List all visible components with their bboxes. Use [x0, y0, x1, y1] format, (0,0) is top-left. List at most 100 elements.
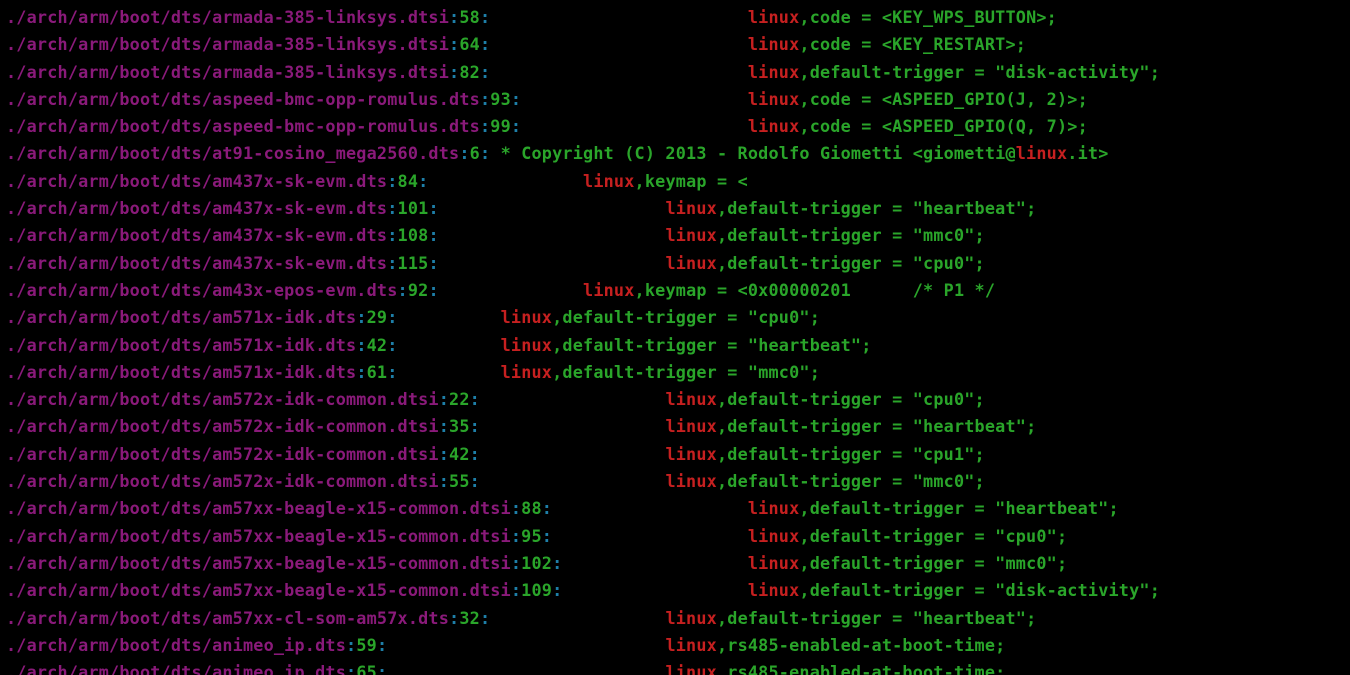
grep-line-suffix: ,default-trigger = "heartbeat";: [799, 498, 1118, 518]
grep-colon: :: [511, 526, 521, 546]
grep-match-token: linux: [748, 526, 800, 546]
grep-match-token: linux: [665, 608, 717, 628]
grep-colon: :: [428, 198, 438, 218]
grep-file-path: ./arch/arm/boot/dts/armada-385-linksys.d…: [6, 34, 449, 54]
grep-colon: :: [356, 307, 366, 327]
grep-line-prefix: [480, 389, 665, 409]
grep-line-suffix: ,keymap = <: [635, 171, 748, 191]
grep-match-token: linux: [501, 307, 553, 327]
grep-line-prefix: [490, 34, 748, 54]
grep-line-number: 42: [367, 335, 388, 355]
grep-colon: :: [511, 553, 521, 573]
grep-colon: :: [439, 471, 449, 491]
grep-colon: :: [480, 89, 490, 109]
grep-file-path: ./arch/arm/boot/dts/animeo_ip.dts: [6, 635, 346, 655]
grep-line-suffix: ,default-trigger = "cpu0";: [799, 526, 1067, 546]
grep-file-path: ./arch/arm/boot/dts/am437x-sk-evm.dts: [6, 253, 387, 273]
grep-colon: :: [377, 635, 387, 655]
grep-line-prefix: [480, 471, 665, 491]
grep-file-path: ./arch/arm/boot/dts/at91-cosino_mega2560…: [6, 143, 459, 163]
grep-match-token: linux: [665, 225, 717, 245]
grep-line-suffix: ,rs485-enabled-at-boot-time;: [717, 635, 1006, 655]
grep-line-prefix: [521, 89, 748, 109]
grep-file-path: ./arch/arm/boot/dts/aspeed-bmc-opp-romul…: [6, 116, 480, 136]
grep-line-number: 32: [459, 608, 480, 628]
grep-line-number: 42: [449, 444, 470, 464]
grep-colon: :: [480, 143, 490, 163]
grep-match-token: linux: [1016, 143, 1068, 163]
grep-match-token: linux: [748, 34, 800, 54]
grep-line-suffix: ,default-trigger = "heartbeat";: [552, 335, 871, 355]
grep-line-prefix: [480, 416, 665, 436]
grep-line-suffix: ,default-trigger = "disk-activity";: [799, 62, 1160, 82]
grep-colon: :: [356, 335, 366, 355]
grep-file-path: ./arch/arm/boot/dts/am571x-idk.dts: [6, 362, 356, 382]
grep-colon: :: [387, 198, 397, 218]
grep-line-prefix: [552, 498, 748, 518]
grep-line-suffix: ,default-trigger = "mmc0";: [717, 471, 985, 491]
grep-line-suffix: ,default-trigger = "mmc0";: [552, 362, 820, 382]
grep-match-token: linux: [748, 498, 800, 518]
grep-file-path: ./arch/arm/boot/dts/am572x-idk-common.dt…: [6, 416, 439, 436]
grep-colon: :: [470, 444, 480, 464]
grep-line-suffix: ,default-trigger = "cpu0";: [552, 307, 820, 327]
grep-line-suffix: ,code = <ASPEED_GPIO(Q, 7)>;: [799, 116, 1088, 136]
grep-file-path: ./arch/arm/boot/dts/am437x-sk-evm.dts: [6, 171, 387, 191]
grep-line-number: 109: [521, 580, 552, 600]
grep-colon: :: [449, 7, 459, 27]
grep-colon: :: [470, 389, 480, 409]
grep-line-suffix: ,code = <ASPEED_GPIO(J, 2)>;: [799, 89, 1088, 109]
grep-colon: :: [470, 471, 480, 491]
grep-file-path: ./arch/arm/boot/dts/am57xx-beagle-x15-co…: [6, 526, 511, 546]
grep-colon: :: [439, 389, 449, 409]
grep-match-token: linux: [665, 389, 717, 409]
grep-line-suffix: ,code = <KEY_WPS_BUTTON>;: [799, 7, 1057, 27]
grep-match-token: linux: [501, 362, 553, 382]
grep-line-prefix: [398, 307, 501, 327]
grep-colon: :: [511, 580, 521, 600]
grep-colon: :: [480, 62, 490, 82]
grep-line-prefix: [562, 580, 747, 600]
grep-colon: :: [480, 116, 490, 136]
grep-line-suffix: ,code = <KEY_RESTART>;: [799, 34, 1026, 54]
grep-file-path: ./arch/arm/boot/dts/am572x-idk-common.dt…: [6, 389, 439, 409]
grep-colon: :: [387, 362, 397, 382]
grep-file-path: ./arch/arm/boot/dts/am437x-sk-evm.dts: [6, 198, 387, 218]
grep-line-prefix: [428, 171, 583, 191]
grep-line-number: 93: [490, 89, 511, 109]
grep-file-path: ./arch/arm/boot/dts/armada-385-linksys.d…: [6, 7, 449, 27]
grep-match-token: linux: [665, 471, 717, 491]
grep-line-number: 88: [521, 498, 542, 518]
grep-line-number: 64: [459, 34, 480, 54]
grep-file-path: ./arch/arm/boot/dts/armada-385-linksys.d…: [6, 62, 449, 82]
grep-line-number: 102: [521, 553, 552, 573]
grep-line-number: 59: [356, 635, 377, 655]
grep-colon: :: [542, 526, 552, 546]
grep-colon: :: [449, 34, 459, 54]
grep-colon: :: [552, 553, 562, 573]
grep-match-token: linux: [583, 171, 635, 191]
grep-colon: :: [377, 662, 387, 675]
grep-match-token: linux: [501, 335, 553, 355]
grep-colon: :: [356, 362, 366, 382]
grep-colon: :: [459, 143, 469, 163]
grep-line-number: 58: [459, 7, 480, 27]
grep-match-token: linux: [665, 662, 717, 675]
grep-line-suffix: ,default-trigger = "heartbeat";: [717, 416, 1036, 436]
grep-line-suffix: .it>: [1067, 143, 1108, 163]
grep-line-prefix: * Copyright (C) 2013 - Rodolfo Giometti …: [490, 143, 1015, 163]
grep-match-token: linux: [665, 416, 717, 436]
grep-line-prefix: [562, 553, 747, 573]
grep-colon: :: [449, 62, 459, 82]
grep-colon: :: [480, 7, 490, 27]
grep-match-token: linux: [665, 444, 717, 464]
grep-colon: :: [387, 171, 397, 191]
grep-match-token: linux: [748, 580, 800, 600]
grep-line-prefix: [398, 335, 501, 355]
grep-colon: :: [428, 280, 438, 300]
grep-colon: :: [511, 116, 521, 136]
grep-colon: :: [542, 498, 552, 518]
grep-file-path: ./arch/arm/boot/dts/am57xx-beagle-x15-co…: [6, 498, 511, 518]
grep-colon: :: [346, 635, 356, 655]
grep-file-path: ./arch/arm/boot/dts/am571x-idk.dts: [6, 335, 356, 355]
